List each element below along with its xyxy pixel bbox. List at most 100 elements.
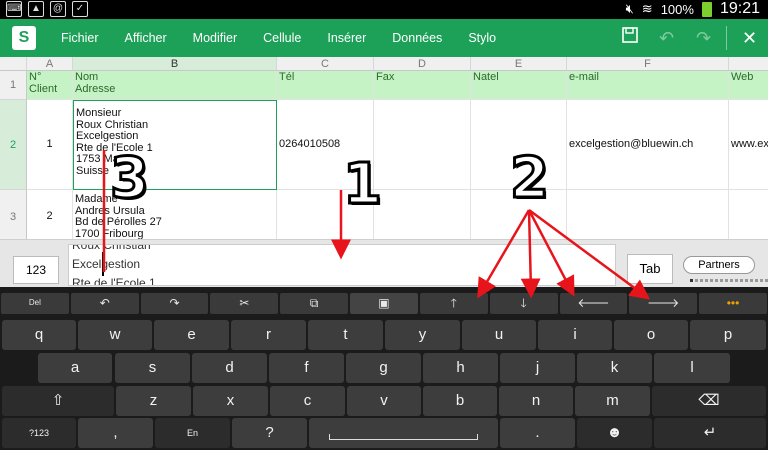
delete-key[interactable]: Del: [1, 293, 69, 314]
language-key[interactable]: En: [155, 418, 230, 448]
column-header-f[interactable]: F: [567, 57, 729, 71]
cell-f1[interactable]: e-mail: [567, 71, 729, 100]
key-x[interactable]: x: [193, 386, 268, 416]
cell-g2[interactable]: www.ex: [729, 100, 768, 190]
key-e[interactable]: e: [154, 320, 229, 350]
arrow-up-key-icon[interactable]: 🡑: [419, 293, 488, 314]
cell-d1[interactable]: Fax: [374, 71, 471, 100]
menu-cellule[interactable]: Cellule: [250, 31, 314, 45]
key-y[interactable]: y: [385, 320, 460, 350]
cell-b1[interactable]: Nom Adresse: [73, 71, 277, 100]
key-d[interactable]: d: [192, 353, 267, 383]
partners-button[interactable]: Partners: [683, 256, 755, 274]
key-q[interactable]: q: [2, 320, 76, 350]
cell-d3[interactable]: [374, 190, 471, 239]
grid-corner[interactable]: [0, 57, 27, 71]
column-header-c[interactable]: C: [277, 57, 374, 71]
paste-key-icon[interactable]: ▣: [350, 293, 418, 314]
copy-key-icon[interactable]: ⧉: [280, 293, 349, 314]
clock: 19:21: [719, 0, 760, 17]
cell-g1[interactable]: Web: [729, 71, 768, 100]
key-c[interactable]: c: [270, 386, 345, 416]
key-w[interactable]: w: [78, 320, 152, 350]
cell-f2[interactable]: excelgestion@bluewin.ch: [567, 100, 729, 190]
key-a[interactable]: a: [38, 353, 112, 383]
cell-a1[interactable]: N° Client: [27, 71, 73, 100]
comma-key[interactable]: ,: [78, 418, 153, 448]
email-icon: @: [50, 1, 66, 17]
column-header-b[interactable]: B: [73, 57, 277, 71]
cell-f3[interactable]: [567, 190, 729, 239]
key-o[interactable]: o: [614, 320, 688, 350]
key-l[interactable]: l: [654, 353, 730, 383]
more-options-icon[interactable]: •••: [699, 293, 767, 314]
period-key[interactable]: .: [500, 418, 575, 448]
key-n[interactable]: n: [499, 386, 573, 416]
tab-button[interactable]: Tab: [627, 254, 673, 284]
menu-donnees[interactable]: Données: [379, 31, 455, 45]
annotation-number-3: 3: [109, 145, 151, 213]
cut-key-icon[interactable]: ✂: [210, 293, 279, 314]
emoji-key-icon[interactable]: ☻: [577, 418, 652, 448]
key-p[interactable]: p: [690, 320, 766, 350]
key-g[interactable]: g: [346, 353, 421, 383]
key-r[interactable]: r: [231, 320, 306, 350]
column-header-g[interactable]: [729, 57, 768, 71]
cell-g3[interactable]: [729, 190, 768, 239]
row-header-1[interactable]: 1: [0, 71, 27, 100]
cell-c1[interactable]: Tél: [277, 71, 374, 100]
app-logo-icon[interactable]: S: [12, 26, 36, 50]
key-t[interactable]: t: [308, 320, 383, 350]
row-header-2[interactable]: 2: [0, 100, 27, 190]
key-u[interactable]: u: [462, 320, 536, 350]
redo-key-icon[interactable]: ↷: [140, 293, 209, 314]
menu-inserer[interactable]: Insérer: [314, 31, 379, 45]
key-b[interactable]: b: [423, 386, 497, 416]
edit-line: Excelgestion: [72, 257, 141, 271]
row-header-3[interactable]: 3: [0, 190, 27, 239]
backspace-key-icon[interactable]: ⌫: [652, 386, 766, 416]
menu-fichier[interactable]: Fichier: [48, 31, 112, 45]
toolbar-divider: [726, 26, 727, 50]
save-icon[interactable]: [611, 19, 648, 57]
key-k[interactable]: k: [577, 353, 652, 383]
cell-edit-field[interactable]: Roux Christian Excelgestion Rte de l'Eco…: [68, 244, 616, 286]
annotation-number-1: 1: [342, 151, 384, 219]
column-header-e[interactable]: E: [471, 57, 567, 71]
undo-icon[interactable]: ↶: [648, 19, 685, 57]
battery-icon: [701, 1, 712, 17]
cell-a2[interactable]: 1: [27, 100, 73, 190]
enter-key-icon[interactable]: ↵: [654, 418, 766, 448]
battery-level: 100%: [660, 1, 694, 17]
cell-b2[interactable]: Monsieur Roux Christian Excelgestion Rte…: [73, 100, 277, 190]
key-h[interactable]: h: [423, 353, 498, 383]
column-header-a[interactable]: A: [27, 57, 73, 71]
cell-a3[interactable]: 2: [27, 190, 73, 239]
key-j[interactable]: j: [500, 353, 575, 383]
key-s[interactable]: s: [115, 353, 190, 383]
menu-afficher[interactable]: Afficher: [112, 31, 180, 45]
key-f[interactable]: f: [269, 353, 344, 383]
symbols-key[interactable]: ?123: [2, 418, 76, 448]
edit-line: Rte de l'Ecole 1: [72, 276, 156, 286]
redo-icon[interactable]: ↷: [685, 19, 722, 57]
space-key[interactable]: [309, 418, 498, 448]
cell-e1[interactable]: Natel: [471, 71, 567, 100]
numeric-mode-button[interactable]: 123: [13, 256, 59, 284]
question-key[interactable]: ?: [232, 418, 307, 448]
close-icon[interactable]: ✕: [731, 19, 768, 57]
menu-modifier[interactable]: Modifier: [180, 31, 250, 45]
undo-key-icon[interactable]: ↶: [70, 293, 139, 314]
arrow-left-key-icon[interactable]: 🡐: [559, 293, 628, 314]
arrow-right-key-icon[interactable]: 🡒: [629, 293, 698, 314]
key-v[interactable]: v: [347, 386, 421, 416]
menu-stylo[interactable]: Stylo: [455, 31, 509, 45]
key-m[interactable]: m: [575, 386, 650, 416]
key-i[interactable]: i: [538, 320, 612, 350]
column-header-d[interactable]: D: [374, 57, 471, 71]
cell-d2[interactable]: [374, 100, 471, 190]
arrow-down-key-icon[interactable]: 🡓: [489, 293, 558, 314]
shift-key-icon[interactable]: ⇧: [2, 386, 114, 416]
cell-b3[interactable]: Madame Andres Ursula Bd de Pérolles 27 1…: [73, 190, 277, 239]
key-z[interactable]: z: [116, 386, 191, 416]
